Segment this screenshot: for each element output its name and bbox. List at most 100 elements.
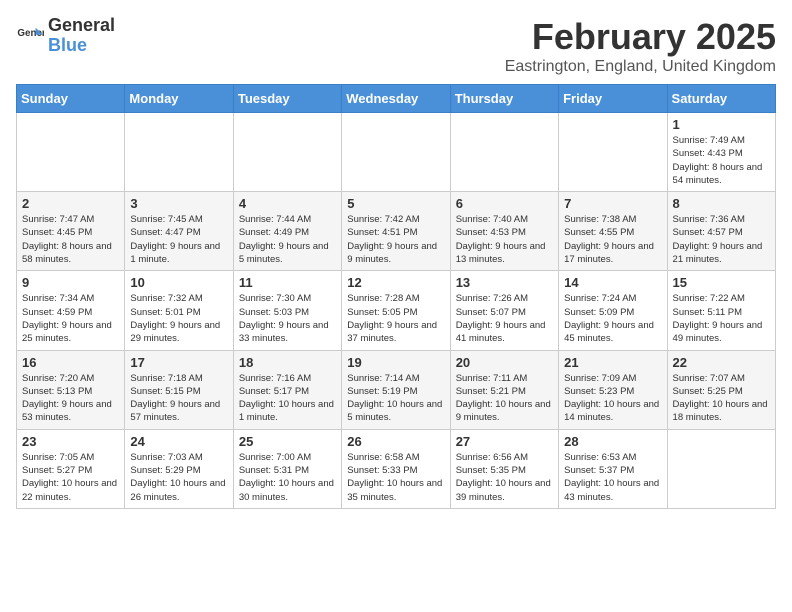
day-info: Sunrise: 7:36 AM Sunset: 4:57 PM Dayligh…: [673, 213, 770, 266]
day-info: Sunrise: 7:28 AM Sunset: 5:05 PM Dayligh…: [347, 292, 444, 345]
title-area: February 2025 Eastrington, England, Unit…: [505, 16, 776, 76]
calendar-cell: [559, 113, 667, 192]
day-number: 22: [673, 355, 770, 370]
calendar-cell: 24 Sunrise: 7:03 AM Sunset: 5:29 PM Dayli…: [125, 429, 233, 508]
day-number: 5: [347, 196, 444, 211]
day-info: Sunrise: 7:24 AM Sunset: 5:09 PM Dayligh…: [564, 292, 661, 345]
calendar-cell: 3 Sunrise: 7:45 AM Sunset: 4:47 PM Daylig…: [125, 192, 233, 271]
calendar-cell: 28Sunrise: 6:53 AM Sunset: 5:37 PM Dayli…: [559, 429, 667, 508]
day-number: 7: [564, 196, 661, 211]
calendar-cell: 18 Sunrise: 7:16 AM Sunset: 5:17 PM Dayli…: [233, 350, 341, 429]
calendar-header-wednesday: Wednesday: [342, 85, 450, 113]
day-number: 15: [673, 275, 770, 290]
calendar-cell: 12 Sunrise: 7:28 AM Sunset: 5:05 PM Dayli…: [342, 271, 450, 350]
day-number: 1: [673, 117, 770, 132]
calendar-cell: 7 Sunrise: 7:38 AM Sunset: 4:55 PM Daylig…: [559, 192, 667, 271]
day-number: 10: [130, 275, 227, 290]
day-number: 27: [456, 434, 553, 449]
calendar-cell: 13 Sunrise: 7:26 AM Sunset: 5:07 PM Dayli…: [450, 271, 558, 350]
day-info: Sunrise: 7:49 AM Sunset: 4:43 PM Dayligh…: [673, 134, 770, 187]
calendar-cell: [125, 113, 233, 192]
day-info: Sunrise: 7:30 AM Sunset: 5:03 PM Dayligh…: [239, 292, 336, 345]
day-info: Sunrise: 7:40 AM Sunset: 4:53 PM Dayligh…: [456, 213, 553, 266]
day-number: 8: [673, 196, 770, 211]
day-info: Sunrise: 7:47 AM Sunset: 4:45 PM Dayligh…: [22, 213, 119, 266]
calendar-cell: [342, 113, 450, 192]
header: General General Blue February 2025 Eastr…: [16, 16, 776, 76]
day-info: Sunrise: 7:00 AM Sunset: 5:31 PM Dayligh…: [239, 451, 336, 504]
day-number: 2: [22, 196, 119, 211]
calendar-cell: [17, 113, 125, 192]
day-info: Sunrise: 7:26 AM Sunset: 5:07 PM Dayligh…: [456, 292, 553, 345]
day-info: Sunrise: 7:45 AM Sunset: 4:47 PM Dayligh…: [130, 213, 227, 266]
day-number: 16: [22, 355, 119, 370]
calendar-cell: 17Sunrise: 7:18 AM Sunset: 5:15 PM Dayli…: [125, 350, 233, 429]
calendar-header-friday: Friday: [559, 85, 667, 113]
day-info: Sunrise: 7:38 AM Sunset: 4:55 PM Dayligh…: [564, 213, 661, 266]
day-number: 23: [22, 434, 119, 449]
logo: General General Blue: [16, 16, 115, 56]
calendar-cell: 19 Sunrise: 7:14 AM Sunset: 5:19 PM Dayli…: [342, 350, 450, 429]
month-title: February 2025: [505, 16, 776, 58]
calendar-cell: 14 Sunrise: 7:24 AM Sunset: 5:09 PM Dayli…: [559, 271, 667, 350]
day-info: Sunrise: 7:11 AM Sunset: 5:21 PM Dayligh…: [456, 372, 553, 425]
calendar-cell: 27 Sunrise: 6:56 AM Sunset: 5:35 PM Dayli…: [450, 429, 558, 508]
day-info: Sunrise: 7:14 AM Sunset: 5:19 PM Dayligh…: [347, 372, 444, 425]
logo-icon: General: [16, 22, 44, 50]
location-title: Eastrington, England, United Kingdom: [505, 58, 776, 76]
calendar: SundayMondayTuesdayWednesdayThursdayFrid…: [16, 84, 776, 509]
calendar-week-row: 9 Sunrise: 7:34 AM Sunset: 4:59 PM Daylig…: [17, 271, 776, 350]
calendar-cell: [450, 113, 558, 192]
day-number: 20: [456, 355, 553, 370]
day-info: Sunrise: 7:03 AM Sunset: 5:29 PM Dayligh…: [130, 451, 227, 504]
day-number: 19: [347, 355, 444, 370]
calendar-cell: 11Sunrise: 7:30 AM Sunset: 5:03 PM Dayli…: [233, 271, 341, 350]
day-number: 12: [347, 275, 444, 290]
day-info: Sunrise: 7:18 AM Sunset: 5:15 PM Dayligh…: [130, 372, 227, 425]
day-number: 13: [456, 275, 553, 290]
calendar-cell: 10 Sunrise: 7:32 AM Sunset: 5:01 PM Dayli…: [125, 271, 233, 350]
calendar-week-row: 2 Sunrise: 7:47 AM Sunset: 4:45 PM Daylig…: [17, 192, 776, 271]
calendar-header-sunday: Sunday: [17, 85, 125, 113]
calendar-header-monday: Monday: [125, 85, 233, 113]
calendar-header-saturday: Saturday: [667, 85, 775, 113]
calendar-cell: 1 Sunrise: 7:49 AM Sunset: 4:43 PM Daylig…: [667, 113, 775, 192]
day-info: Sunrise: 7:42 AM Sunset: 4:51 PM Dayligh…: [347, 213, 444, 266]
calendar-header-thursday: Thursday: [450, 85, 558, 113]
day-info: Sunrise: 7:32 AM Sunset: 5:01 PM Dayligh…: [130, 292, 227, 345]
calendar-cell: 25Sunrise: 7:00 AM Sunset: 5:31 PM Dayli…: [233, 429, 341, 508]
day-info: Sunrise: 7:34 AM Sunset: 4:59 PM Dayligh…: [22, 292, 119, 345]
calendar-cell: [233, 113, 341, 192]
day-number: 9: [22, 275, 119, 290]
day-info: Sunrise: 7:16 AM Sunset: 5:17 PM Dayligh…: [239, 372, 336, 425]
logo-blue: Blue: [48, 36, 115, 56]
calendar-header-row: SundayMondayTuesdayWednesdayThursdayFrid…: [17, 85, 776, 113]
calendar-cell: 8 Sunrise: 7:36 AM Sunset: 4:57 PM Daylig…: [667, 192, 775, 271]
day-info: Sunrise: 7:22 AM Sunset: 5:11 PM Dayligh…: [673, 292, 770, 345]
calendar-cell: [667, 429, 775, 508]
day-info: Sunrise: 6:56 AM Sunset: 5:35 PM Dayligh…: [456, 451, 553, 504]
day-number: 24: [130, 434, 227, 449]
day-number: 3: [130, 196, 227, 211]
calendar-cell: 16 Sunrise: 7:20 AM Sunset: 5:13 PM Dayli…: [17, 350, 125, 429]
calendar-cell: 4Sunrise: 7:44 AM Sunset: 4:49 PM Daylig…: [233, 192, 341, 271]
day-number: 18: [239, 355, 336, 370]
calendar-cell: 2 Sunrise: 7:47 AM Sunset: 4:45 PM Daylig…: [17, 192, 125, 271]
calendar-cell: 20 Sunrise: 7:11 AM Sunset: 5:21 PM Dayli…: [450, 350, 558, 429]
day-number: 14: [564, 275, 661, 290]
calendar-week-row: 23Sunrise: 7:05 AM Sunset: 5:27 PM Dayli…: [17, 429, 776, 508]
calendar-cell: 21Sunrise: 7:09 AM Sunset: 5:23 PM Dayli…: [559, 350, 667, 429]
calendar-cell: 23Sunrise: 7:05 AM Sunset: 5:27 PM Dayli…: [17, 429, 125, 508]
logo-general: General: [48, 16, 115, 36]
calendar-cell: 5 Sunrise: 7:42 AM Sunset: 4:51 PM Daylig…: [342, 192, 450, 271]
day-number: 26: [347, 434, 444, 449]
calendar-cell: 26 Sunrise: 6:58 AM Sunset: 5:33 PM Dayli…: [342, 429, 450, 508]
calendar-cell: 6Sunrise: 7:40 AM Sunset: 4:53 PM Daylig…: [450, 192, 558, 271]
day-info: Sunrise: 6:58 AM Sunset: 5:33 PM Dayligh…: [347, 451, 444, 504]
calendar-week-row: 1 Sunrise: 7:49 AM Sunset: 4:43 PM Daylig…: [17, 113, 776, 192]
calendar-header-tuesday: Tuesday: [233, 85, 341, 113]
day-info: Sunrise: 6:53 AM Sunset: 5:37 PM Dayligh…: [564, 451, 661, 504]
day-info: Sunrise: 7:20 AM Sunset: 5:13 PM Dayligh…: [22, 372, 119, 425]
day-info: Sunrise: 7:09 AM Sunset: 5:23 PM Dayligh…: [564, 372, 661, 425]
calendar-cell: 22Sunrise: 7:07 AM Sunset: 5:25 PM Dayli…: [667, 350, 775, 429]
